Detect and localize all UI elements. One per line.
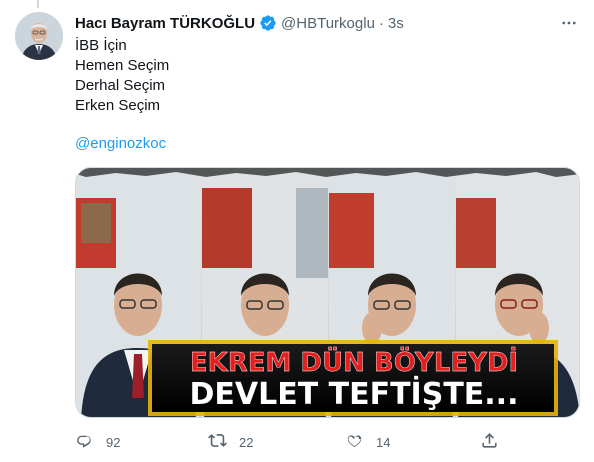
- tweet-line: İBB İçin: [75, 37, 127, 54]
- reply-button[interactable]: 92: [75, 430, 120, 454]
- more-icon[interactable]: [558, 12, 580, 34]
- separator-dot: ·: [378, 14, 384, 32]
- like-count: 14: [376, 434, 391, 450]
- share-button[interactable]: [480, 430, 499, 454]
- mention-link[interactable]: @enginozkoc: [75, 134, 166, 154]
- author-name[interactable]: Hacı Bayram TÜRKOĞLU: [75, 15, 255, 32]
- retweet-count: 22: [239, 434, 254, 450]
- tweet-line: Hemen Seçim: [75, 57, 170, 74]
- tweet-line: Erken Seçim: [75, 97, 161, 114]
- reply-icon: [75, 431, 94, 453]
- tweet-image[interactable]: EKREM DÜN BÖYLEYDİ DEVLET TEFTİŞTE...: [75, 167, 580, 418]
- avatar[interactable]: [15, 12, 63, 60]
- headline-bottom: DEVLET TEFTİŞTE...: [190, 376, 519, 412]
- tweet-text: İBB İçin Hemen Seçim Derhal Seçim Erken …: [75, 36, 169, 116]
- tweet-line: Derhal Seçim: [75, 77, 166, 94]
- tweet-header: Hacı Bayram TÜRKOĞLU @HBTurkoglu · 3s: [75, 13, 404, 33]
- tweet[interactable]: Hacı Bayram TÜRKOĞLU @HBTurkoglu · 3s İB…: [0, 0, 594, 462]
- headline-top: EKREM DÜN BÖYLEYDİ: [190, 345, 518, 378]
- tweet-actions: 92 22 14: [75, 430, 505, 454]
- thread-line: [37, 0, 39, 8]
- heart-icon: [345, 431, 364, 453]
- author-handle[interactable]: @HBTurkoglu: [281, 15, 375, 32]
- share-icon: [480, 431, 499, 453]
- like-button[interactable]: 14: [345, 430, 390, 454]
- verified-badge-icon: [259, 14, 277, 32]
- reply-count: 92: [106, 434, 121, 450]
- retweet-icon: [208, 431, 227, 453]
- timestamp[interactable]: 3s: [388, 15, 404, 32]
- retweet-button[interactable]: 22: [208, 430, 253, 454]
